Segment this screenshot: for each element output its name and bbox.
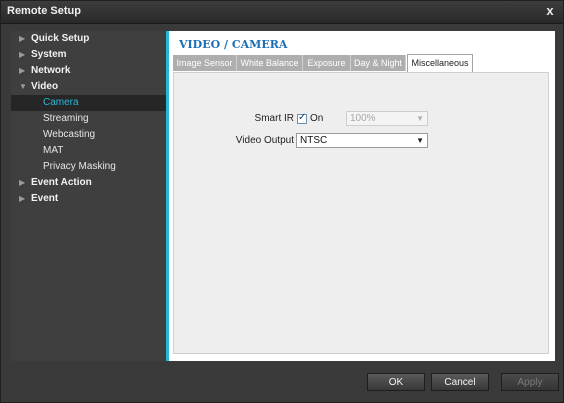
sidebar-item-label: Event Action [31, 177, 92, 188]
video-output-select[interactable]: NTSC ▼ [296, 133, 428, 148]
sidebar-item-webcasting[interactable]: Webcasting [11, 127, 166, 143]
sidebar-item-streaming[interactable]: Streaming [11, 111, 166, 127]
miscellaneous-panel: Smart IR ✓ On 100% ▼ Video Output NTSC ▼ [173, 72, 549, 354]
tab-miscellaneous[interactable]: Miscellaneous [407, 54, 473, 72]
chevron-down-icon: ▼ [416, 114, 424, 123]
sidebar-item-label: System [31, 49, 67, 60]
triangle-right-icon: ▶ [19, 178, 26, 187]
chevron-down-icon: ▼ [416, 136, 424, 145]
triangle-down-icon: ▼ [19, 82, 27, 91]
close-button[interactable]: x [543, 4, 557, 18]
sidebar-item-network[interactable]: ▶ Network [11, 63, 166, 79]
tab-exposure[interactable]: Exposure [303, 55, 351, 71]
sidebar-item-label: Quick Setup [31, 33, 90, 44]
sidebar-item-label: Network [31, 65, 71, 76]
video-output-label: Video Output [235, 135, 294, 146]
settings-sidebar: ▶ Quick Setup ▶ System ▶ Network ▼ Video… [11, 31, 169, 361]
triangle-right-icon: ▶ [19, 50, 26, 59]
sidebar-item-privacy-masking[interactable]: Privacy Masking [11, 159, 166, 175]
remote-setup-window: Remote Setup x ▶ Quick Setup ▶ System ▶ … [0, 0, 564, 403]
sidebar-item-mat[interactable]: MAT [11, 143, 166, 159]
triangle-right-icon: ▶ [19, 34, 26, 43]
sidebar-item-system[interactable]: ▶ System [11, 47, 166, 63]
smart-ir-level-value: 100% [350, 113, 376, 124]
sidebar-item-label: Webcasting [43, 129, 96, 140]
sidebar-item-video[interactable]: ▼ Video [11, 79, 166, 95]
video-output-value: NTSC [300, 135, 328, 146]
sidebar-item-label: Event [31, 193, 59, 204]
sidebar-item-quick-setup[interactable]: ▶ Quick Setup [11, 31, 166, 47]
cancel-button[interactable]: Cancel [431, 373, 489, 391]
smart-ir-on-label: On [310, 113, 324, 124]
apply-button[interactable]: Apply [501, 373, 559, 391]
tab-day-night[interactable]: Day & Night [351, 55, 406, 71]
sidebar-item-label: Streaming [43, 113, 89, 124]
smart-ir-level-select[interactable]: 100% ▼ [346, 111, 428, 126]
button-bar: OK Cancel Apply [1, 363, 563, 402]
sidebar-item-label: Video [31, 81, 59, 92]
sidebar-item-label: Privacy Masking [43, 161, 116, 172]
ok-button[interactable]: OK [367, 373, 425, 391]
sidebar-item-camera[interactable]: Camera [11, 95, 166, 111]
sidebar-item-label: MAT [43, 145, 64, 156]
tab-image-sensor[interactable]: Image Sensor [173, 55, 237, 71]
checkmark-icon: ✓ [298, 112, 307, 123]
smart-ir-label: Smart IR [254, 113, 294, 124]
page-title: VIDEO / CAMERA [179, 38, 288, 51]
sidebar-item-event[interactable]: ▶ Event [11, 191, 166, 207]
window-title: Remote Setup [7, 5, 81, 17]
tab-white-balance[interactable]: White Balance [237, 55, 303, 71]
sidebar-item-label: Camera [43, 97, 79, 108]
title-bar: Remote Setup x [1, 1, 563, 24]
triangle-right-icon: ▶ [19, 66, 26, 75]
triangle-right-icon: ▶ [19, 194, 26, 203]
sidebar-item-event-action[interactable]: ▶ Event Action [11, 175, 166, 191]
smart-ir-checkbox[interactable]: ✓ [297, 112, 307, 124]
content-panel: VIDEO / CAMERA Image Sensor White Balanc… [169, 31, 555, 361]
